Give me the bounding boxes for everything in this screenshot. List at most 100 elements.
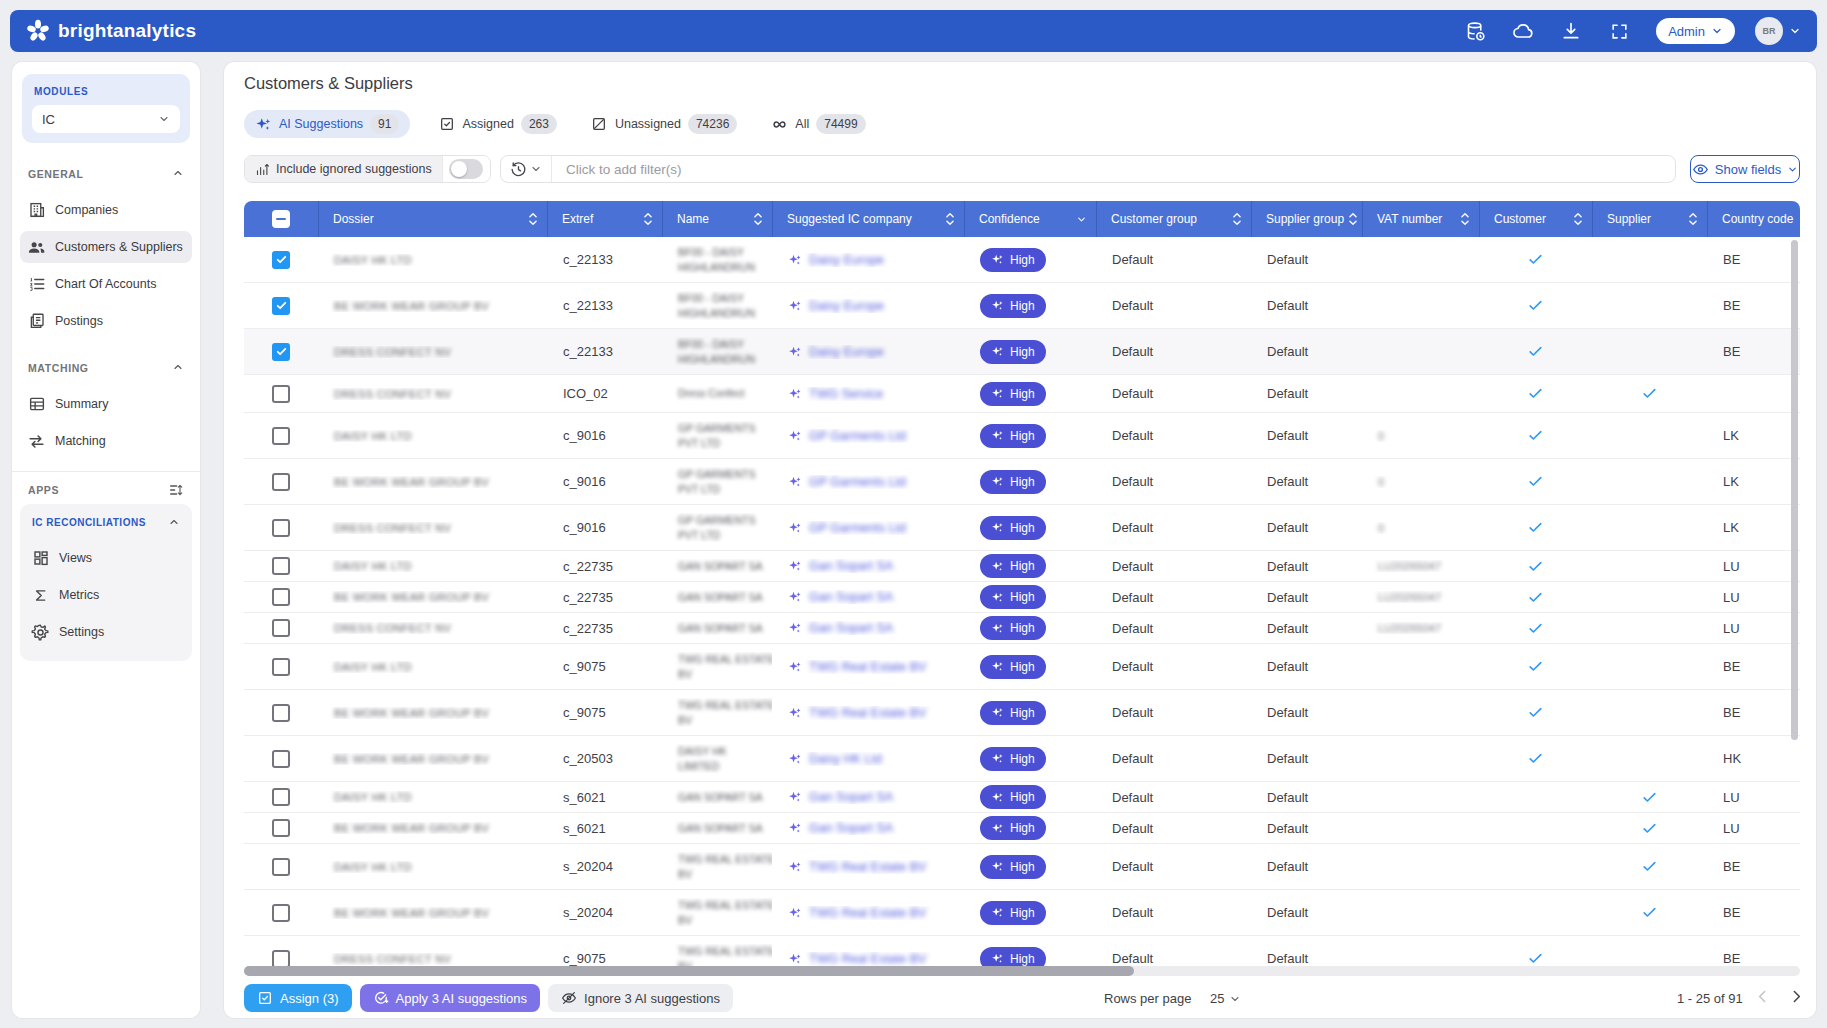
brand-logo[interactable]: brightanalytics	[26, 19, 196, 43]
row-checkbox[interactable]	[272, 473, 290, 491]
row-checkbox[interactable]	[272, 297, 290, 315]
row-checkbox[interactable]	[272, 427, 290, 445]
suggested-company-link[interactable]: Daisy Europe	[809, 345, 884, 359]
suggested-company-link[interactable]: TWG Real Estate BV	[809, 706, 926, 720]
assign-button[interactable]: Assign (3)	[244, 984, 352, 1012]
horizontal-scrollbar[interactable]	[244, 966, 1800, 976]
row-checkbox[interactable]	[272, 251, 290, 269]
apply-ai-suggestions-button[interactable]: Apply 3 AI suggestions	[360, 984, 541, 1012]
sort-icon[interactable]	[1344, 212, 1358, 226]
suggested-company-link[interactable]: Gan Sopart SA	[809, 821, 893, 835]
sidebar-item-customers-suppliers[interactable]: Customers & Suppliers	[20, 231, 192, 263]
sort-icon[interactable]	[941, 212, 955, 226]
column-header-extref[interactable]: Extref	[547, 201, 662, 237]
sidebar-item-settings[interactable]: Settings	[24, 616, 188, 648]
ignore-ai-suggestions-button[interactable]: Ignore 3 AI suggestions	[548, 984, 733, 1012]
tab-ai-suggestions[interactable]: AI Suggestions91	[244, 110, 410, 138]
column-header-vat[interactable]: VAT number	[1362, 201, 1479, 237]
suggested-company-link[interactable]: GP Garments Ltd	[809, 521, 906, 535]
country-code-value: BE	[1723, 344, 1740, 359]
chevron-up-icon[interactable]	[172, 359, 184, 377]
row-checkbox[interactable]	[272, 385, 290, 403]
include-ignored-toggle[interactable]	[449, 159, 483, 179]
tab-all[interactable]: All74499	[765, 110, 871, 138]
suggested-company-link[interactable]: Daisy HK Ltd	[809, 752, 882, 766]
suggested-company-link[interactable]: TWG Real Estate BV	[809, 660, 926, 674]
suggested-company-link[interactable]: TWG Real Estate BV	[809, 860, 926, 874]
sort-icon[interactable]	[1684, 212, 1698, 226]
admin-menu-button[interactable]: Admin	[1656, 18, 1735, 44]
sidebar-item-matching[interactable]: Matching	[20, 425, 192, 457]
suggested-company-link[interactable]: Daisy Europe	[809, 299, 884, 313]
row-checkbox[interactable]	[272, 819, 290, 837]
filter-input[interactable]: Click to add filter(s)	[552, 156, 696, 182]
row-checkbox[interactable]	[272, 904, 290, 922]
suggested-company-link[interactable]: Gan Sopart SA	[809, 790, 893, 804]
row-checkbox[interactable]	[272, 588, 290, 606]
next-page-button[interactable]	[1788, 988, 1805, 1005]
avatar[interactable]: BR	[1755, 17, 1783, 45]
fullscreen-icon[interactable]	[1608, 20, 1630, 42]
cloud-icon[interactable]	[1512, 20, 1534, 42]
column-label: Customer group	[1111, 212, 1197, 226]
sort-icon[interactable]	[639, 212, 653, 226]
column-header-suggested[interactable]: Suggested IC company	[772, 201, 964, 237]
column-header-dossier[interactable]: Dossier	[318, 201, 547, 237]
row-checkbox[interactable]	[272, 658, 290, 676]
row-checkbox[interactable]	[272, 788, 290, 806]
column-header-customer_group[interactable]: Customer group	[1096, 201, 1251, 237]
row-checkbox[interactable]	[272, 519, 290, 537]
rows-per-page-select[interactable]: 25	[1210, 991, 1241, 1006]
row-checkbox[interactable]	[272, 619, 290, 637]
row-checkbox[interactable]	[272, 557, 290, 575]
suggested-company-link[interactable]: GP Garments Ltd	[809, 475, 906, 489]
column-header-customer[interactable]: Customer	[1479, 201, 1592, 237]
suggested-company-link[interactable]: Gan Sopart SA	[809, 559, 893, 573]
show-fields-button[interactable]: Show fields	[1690, 155, 1800, 183]
sort-icon[interactable]	[1228, 212, 1242, 226]
row-checkbox[interactable]	[272, 704, 290, 722]
sidebar-item-chart-of-accounts[interactable]: Chart Of Accounts	[20, 268, 192, 300]
sort-icon[interactable]	[524, 212, 538, 226]
sidebar-item-postings[interactable]: Postings	[20, 305, 192, 337]
suggested-company-link[interactable]: Daisy Europe	[809, 253, 884, 267]
suggested-company-link[interactable]: TWG Real Estate BV	[809, 952, 926, 966]
select-all-checkbox[interactable]	[272, 210, 290, 228]
database-clock-icon[interactable]	[1464, 20, 1486, 42]
row-checkbox[interactable]	[272, 858, 290, 876]
filter-history-button[interactable]	[501, 156, 552, 182]
sort-icon[interactable]	[1456, 212, 1470, 226]
sort-icon[interactable]	[1569, 212, 1583, 226]
row-checkbox[interactable]	[272, 950, 290, 967]
sort-icon[interactable]	[749, 212, 763, 226]
column-header-country[interactable]: Country code	[1707, 201, 1800, 237]
filter-chevron-icon[interactable]	[1072, 214, 1087, 225]
row-checkbox[interactable]	[272, 750, 290, 768]
tab-assigned[interactable]: Assigned263	[432, 110, 562, 138]
tab-unassigned[interactable]: Unassigned74236	[585, 110, 743, 138]
column-header-confidence[interactable]: Confidence	[964, 201, 1096, 237]
suggested-company-link[interactable]: TWG Real Estate BV	[809, 906, 926, 920]
module-select[interactable]: IC	[32, 105, 180, 133]
column-header-name[interactable]: Name	[662, 201, 772, 237]
suggested-company-link[interactable]: GP Garments Ltd	[809, 429, 906, 443]
suggested-company-link[interactable]: TWG Service	[809, 387, 883, 401]
suggested-company-link[interactable]: Gan Sopart SA	[809, 621, 893, 635]
include-ignored-label-segment[interactable]: Include ignored suggestions	[245, 156, 442, 182]
vertical-scrollbar-thumb[interactable]	[1791, 240, 1798, 740]
sidebar-item-companies[interactable]: Companies	[20, 194, 192, 226]
download-icon[interactable]	[1560, 20, 1582, 42]
column-header-supplier[interactable]: Supplier	[1592, 201, 1707, 237]
suggested-company-link[interactable]: Gan Sopart SA	[809, 590, 893, 604]
sidebar-item-views[interactable]: Views	[24, 542, 188, 574]
user-chevron-down-icon[interactable]	[1789, 25, 1801, 37]
sidebar-item-summary[interactable]: Summary	[20, 388, 192, 420]
horizontal-scrollbar-thumb[interactable]	[244, 966, 1134, 976]
chevron-up-icon[interactable]	[172, 165, 184, 183]
chevron-up-icon[interactable]	[168, 516, 180, 528]
row-checkbox[interactable]	[272, 343, 290, 361]
previous-page-button[interactable]	[1754, 988, 1771, 1005]
sort-lines-icon[interactable]	[168, 482, 184, 498]
column-header-supplier_group[interactable]: Supplier group	[1251, 201, 1362, 237]
sidebar-item-metrics[interactable]: Metrics	[24, 579, 188, 611]
